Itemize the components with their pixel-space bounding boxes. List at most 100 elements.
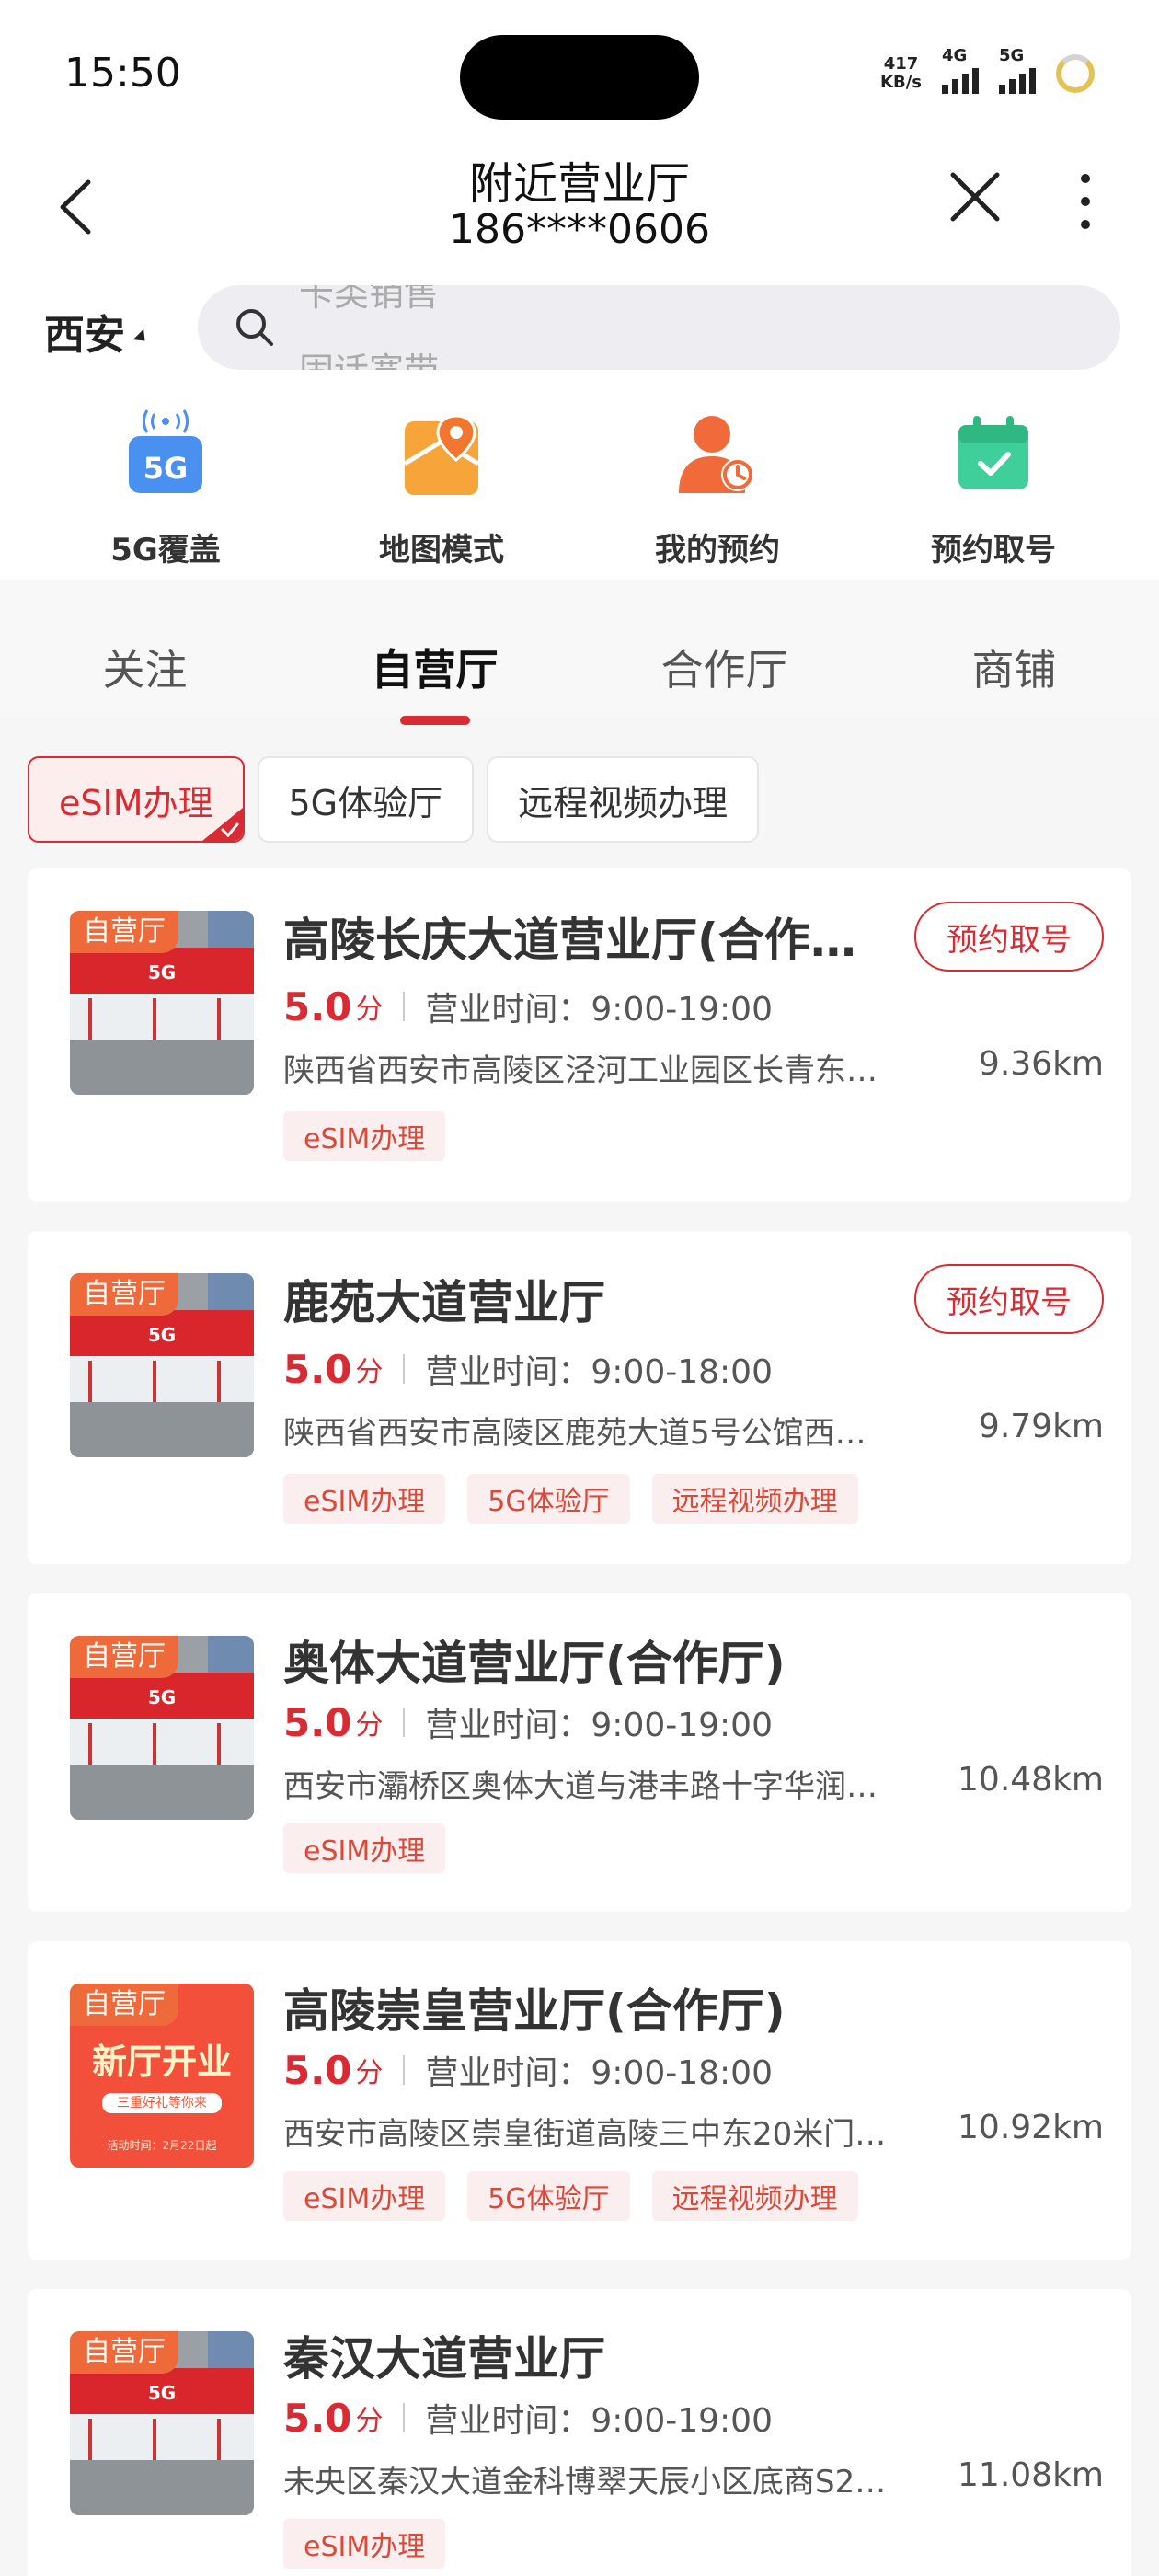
store-photo: 自营厅 5G	[70, 911, 254, 1095]
quick-entry-label: 地图模式	[379, 532, 504, 569]
store-distance: 11.08km	[958, 2456, 1104, 2494]
divider	[403, 2055, 406, 2085]
network-speed-unit: KB/s	[880, 73, 922, 92]
city-label: 西安	[44, 312, 125, 359]
calendar-check-icon	[958, 416, 1028, 489]
camera-notch	[460, 35, 699, 120]
filter-chip-label: 5G体验厅	[288, 782, 443, 823]
reserve-button[interactable]: 预约取号	[914, 902, 1104, 972]
filter-chip-label: eSIM办理	[59, 782, 213, 823]
quick-entry-my-reservations[interactable]: 我的预约	[580, 386, 855, 580]
quick-entry-map-mode[interactable]: 地图模式	[304, 386, 580, 580]
store-type-badge: 自营厅	[70, 1273, 178, 1316]
store-address: 陕西省西安市高陵区泾河工业园区长青东…	[283, 1052, 878, 1089]
service-tag: 5G体验厅	[467, 2171, 630, 2221]
store-type-tabs: 关注 自营厅 合作厅 商铺	[0, 580, 1159, 725]
search-hint-next: 固话宽带	[299, 342, 439, 370]
rating-unit: 分	[355, 2057, 384, 2089]
signal-5g-label: 5G	[999, 46, 1025, 65]
business-hours: 营业时间：9:00-18:00	[425, 1353, 773, 1391]
store-distance: 9.36km	[978, 1045, 1104, 1083]
service-tag: eSIM办理	[283, 2171, 446, 2221]
rating-score: 5.0	[283, 983, 352, 1029]
quick-entry-label: 5G覆盖	[110, 532, 221, 569]
search-input[interactable]: 卡类销售 固话宽带	[198, 285, 1120, 370]
business-hours: 营业时间：9:00-18:00	[425, 2054, 773, 2092]
service-tags: eSIM办理 5G体验厅 远程视频办理	[283, 1474, 858, 1524]
store-photo: 自营厅 5G	[70, 1636, 254, 1820]
store-photo: 自营厅 5G	[70, 1273, 254, 1457]
store-meta: 5.0 分 营业时间：9:00-19:00	[283, 1698, 773, 1746]
tab-shops[interactable]: 商铺	[869, 580, 1159, 718]
service-tag: 远程视频办理	[651, 2171, 858, 2221]
business-hours: 营业时间：9:00-19:00	[425, 2402, 773, 2440]
tab-follow[interactable]: 关注	[0, 580, 290, 718]
store-name: 高陵崇皇营业厅(合作厅)	[283, 1984, 786, 2038]
store-distance: 10.48km	[958, 1761, 1104, 1799]
network-speed: 417 KB/s	[880, 55, 922, 92]
search-hint-previous: 卡类销售	[299, 285, 440, 314]
rating-unit: 分	[355, 1356, 384, 1388]
battery-ring-icon	[1056, 54, 1095, 93]
service-tags: eSIM办理 5G体验厅 远程视频办理	[283, 2171, 858, 2221]
svg-text:5G: 5G	[148, 2382, 176, 2404]
filter-chip-remote-video[interactable]: 远程视频办理	[487, 756, 760, 843]
store-name: 奥体大道营业厅(合作厅)	[283, 1637, 786, 1690]
svg-text:5G: 5G	[148, 961, 176, 983]
business-hours: 营业时间：9:00-19:00	[425, 1707, 773, 1744]
more-vertical-icon[interactable]	[1067, 169, 1104, 234]
store-card[interactable]: 自营厅 5G 高陵长庆大道营业厅(合作… 预约取号 5.0 分 营业时间：9:0…	[28, 868, 1131, 1202]
svg-text:5G: 5G	[143, 451, 189, 486]
user-clock-icon	[679, 416, 754, 493]
rating-unit: 分	[355, 994, 384, 1026]
rating-score: 5.0	[283, 2047, 352, 2093]
store-meta: 5.0 分 营业时间：9:00-18:00	[283, 2046, 773, 2094]
store-address: 西安市灞桥区奥体大道与港丰路十字华润…	[283, 1768, 878, 1805]
service-tag: eSIM办理	[283, 1823, 446, 1873]
store-type-badge: 自营厅	[70, 1636, 178, 1678]
service-tags: eSIM办理	[283, 1111, 446, 1161]
store-meta: 5.0 分 营业时间：9:00-18:00	[283, 1345, 773, 1393]
tab-self-operated[interactable]: 自营厅	[290, 580, 580, 725]
store-meta: 5.0 分 营业时间：9:00-19:00	[283, 2394, 773, 2442]
store-photo: 自营厅 5G	[70, 2331, 254, 2515]
filter-chip-esim[interactable]: eSIM办理	[28, 756, 245, 843]
divider	[403, 1708, 406, 1737]
store-card[interactable]: 自营厅 5G 奥体大道营业厅(合作厅) 5.0 分 营业时间：9:00-19:0…	[28, 1593, 1131, 1912]
store-type-badge: 自营厅	[70, 911, 178, 953]
store-card[interactable]: 自营厅 5G 秦汉大道营业厅 5.0 分 营业时间：9:00-19:00 未央区…	[28, 2289, 1131, 2576]
service-tag: 5G体验厅	[467, 1474, 630, 1524]
store-name: 鹿苑大道营业厅	[283, 1276, 605, 1329]
store-card[interactable]: 自营厅 新厅开业 三重好礼等你来 活动时间：2月22日起 高陵崇皇营业厅(合作厅…	[28, 1941, 1131, 2260]
store-address: 未央区秦汉大道金科博翠天辰小区底商S2…	[283, 2464, 887, 2501]
page-header: 附近营业厅 186****0606	[0, 147, 1159, 285]
store-address: 西安市高陵区崇皇街道高陵三中东20米门…	[283, 2116, 887, 2153]
rating-score: 5.0	[283, 1346, 352, 1392]
store-card[interactable]: 自营厅 5G 鹿苑大道营业厅 预约取号 5.0 分 营业时间：9:00-18:0…	[28, 1231, 1131, 1564]
store-name: 高陵长庆大道营业厅(合作…	[283, 914, 856, 967]
divider	[403, 992, 406, 1021]
store-photo: 自营厅 新厅开业 三重好礼等你来 活动时间：2月22日起	[70, 1984, 254, 2168]
city-selector[interactable]: 西安	[44, 302, 151, 361]
quick-entry-take-number[interactable]: 预约取号	[855, 386, 1131, 580]
store-distance: 9.79km	[978, 1408, 1104, 1445]
reserve-button[interactable]: 预约取号	[914, 1264, 1104, 1334]
store-type-badge: 自营厅	[70, 2331, 178, 2374]
rating-score: 5.0	[283, 1699, 352, 1745]
5g-signal-icon: 5G	[129, 409, 202, 493]
svg-text:5G: 5G	[148, 1324, 176, 1346]
filter-chip-5g-hall[interactable]: 5G体验厅	[257, 756, 475, 843]
rating-score: 5.0	[283, 2395, 352, 2441]
quick-entry-label: 我的预约	[655, 532, 780, 569]
search-icon	[236, 309, 273, 346]
store-distance: 10.92km	[958, 2109, 1104, 2146]
quick-entries: 5G 5G覆盖 地图模式 我的预约 预约取号	[0, 386, 1159, 580]
quick-entry-label: 预约取号	[931, 532, 1056, 569]
signal-5g-icon: 5G	[999, 46, 1036, 94]
divider	[403, 1354, 406, 1384]
close-icon[interactable]	[947, 169, 1003, 224]
quick-entry-5g-coverage[interactable]: 5G 5G覆盖	[28, 386, 304, 580]
store-name: 秦汉大道营业厅	[283, 2332, 605, 2386]
tab-partner[interactable]: 合作厅	[580, 580, 869, 718]
poster-subtitle: 三重好礼等你来	[102, 2093, 222, 2113]
